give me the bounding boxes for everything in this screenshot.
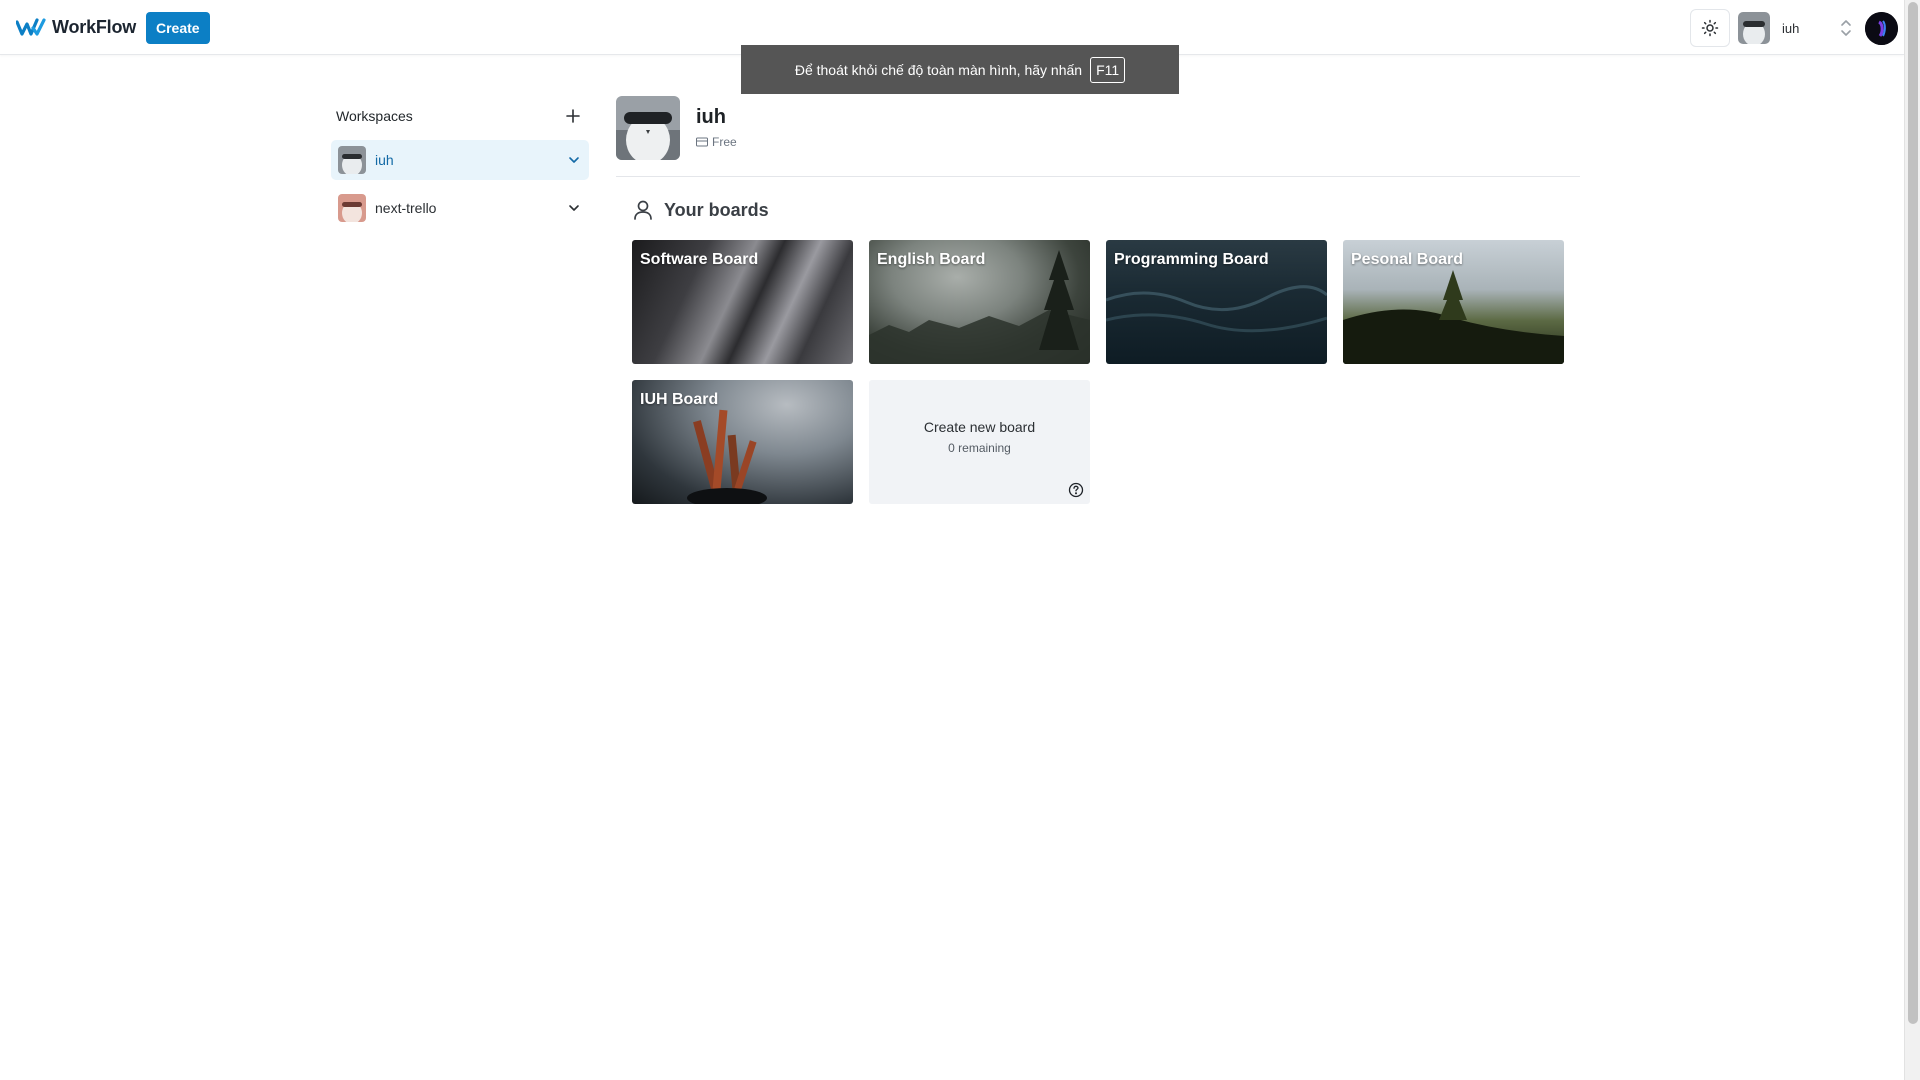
create-button[interactable]: Create xyxy=(146,12,210,44)
board-title: IUH Board xyxy=(640,391,719,408)
main-content: iuh Free Your boards Software Board Engl… xyxy=(616,96,1580,504)
workspace-avatar xyxy=(338,146,366,174)
board-title: Pesonal Board xyxy=(1351,251,1464,268)
app-logo[interactable]: WorkFlow xyxy=(16,16,136,38)
fullscreen-key-hint: F11 xyxy=(1090,56,1126,83)
organization-logo xyxy=(616,96,680,160)
board-title: Programming Board xyxy=(1114,251,1269,268)
scrollbar-thumb[interactable] xyxy=(1908,2,1918,1024)
sun-icon xyxy=(1701,19,1719,37)
chevron-up-down-icon xyxy=(1841,20,1851,36)
create-new-board-card[interactable]: Create new board 0 remaining xyxy=(869,380,1090,504)
board-title: English Board xyxy=(877,251,986,268)
plus-icon xyxy=(566,109,580,123)
chevron-down-icon xyxy=(569,205,579,211)
organization-switcher[interactable]: iuh xyxy=(1738,11,1856,45)
workflow-logo-icon xyxy=(16,18,46,36)
remaining-count: 0 remaining xyxy=(948,441,1011,455)
workspaces-title: Workspaces xyxy=(336,108,413,124)
sidebar-item-iuh[interactable]: iuh xyxy=(331,140,589,180)
sidebar-item-label: next-trello xyxy=(375,200,437,216)
user-avatar[interactable] xyxy=(1865,12,1898,45)
header-divider xyxy=(616,176,1580,177)
credit-card-icon xyxy=(696,137,708,147)
sidebar-item-next-trello[interactable]: next-trello xyxy=(331,188,589,228)
workspace-avatar xyxy=(338,194,366,222)
plan-label: Free xyxy=(712,135,737,149)
org-switcher-name: iuh xyxy=(1782,20,1800,36)
organization-name: iuh xyxy=(696,106,726,128)
organization-header: iuh Free xyxy=(616,96,1580,176)
board-title: Software Board xyxy=(640,251,759,268)
board-card-programming[interactable]: Programming Board xyxy=(1106,240,1327,364)
board-card-iuh[interactable]: IUH Board xyxy=(632,380,853,504)
add-workspace-button[interactable] xyxy=(561,104,585,128)
workspaces-sidebar: Workspaces iuh next-trello xyxy=(331,100,589,228)
page-scrollbar[interactable] xyxy=(1904,0,1920,1080)
boards-section-title: Your boards xyxy=(664,199,769,220)
theme-toggle-button[interactable] xyxy=(1690,9,1730,47)
plan-badge: Free xyxy=(696,135,737,149)
fullscreen-notice-text: Để thoát khỏi chế độ toàn màn hình, hãy … xyxy=(794,61,1083,78)
workspaces-header: Workspaces xyxy=(331,100,589,132)
chevron-down-icon xyxy=(569,157,579,163)
user-icon xyxy=(634,200,652,220)
app-name: WorkFlow xyxy=(52,16,137,37)
fullscreen-exit-notice: Để thoát khỏi chế độ toàn màn hình, hãy … xyxy=(741,45,1179,94)
board-card-english[interactable]: English Board xyxy=(869,240,1090,364)
org-avatar xyxy=(1738,12,1770,44)
sidebar-item-label: iuh xyxy=(375,152,394,168)
board-card-software[interactable]: Software Board xyxy=(632,240,853,364)
create-board-label: Create new board xyxy=(923,419,1036,435)
help-circle-icon[interactable] xyxy=(1068,482,1084,498)
your-boards-heading: Your boards xyxy=(632,197,1580,223)
boards-grid: Software Board English Board Programming… xyxy=(632,240,1580,504)
board-card-personal[interactable]: Pesonal Board xyxy=(1343,240,1564,364)
